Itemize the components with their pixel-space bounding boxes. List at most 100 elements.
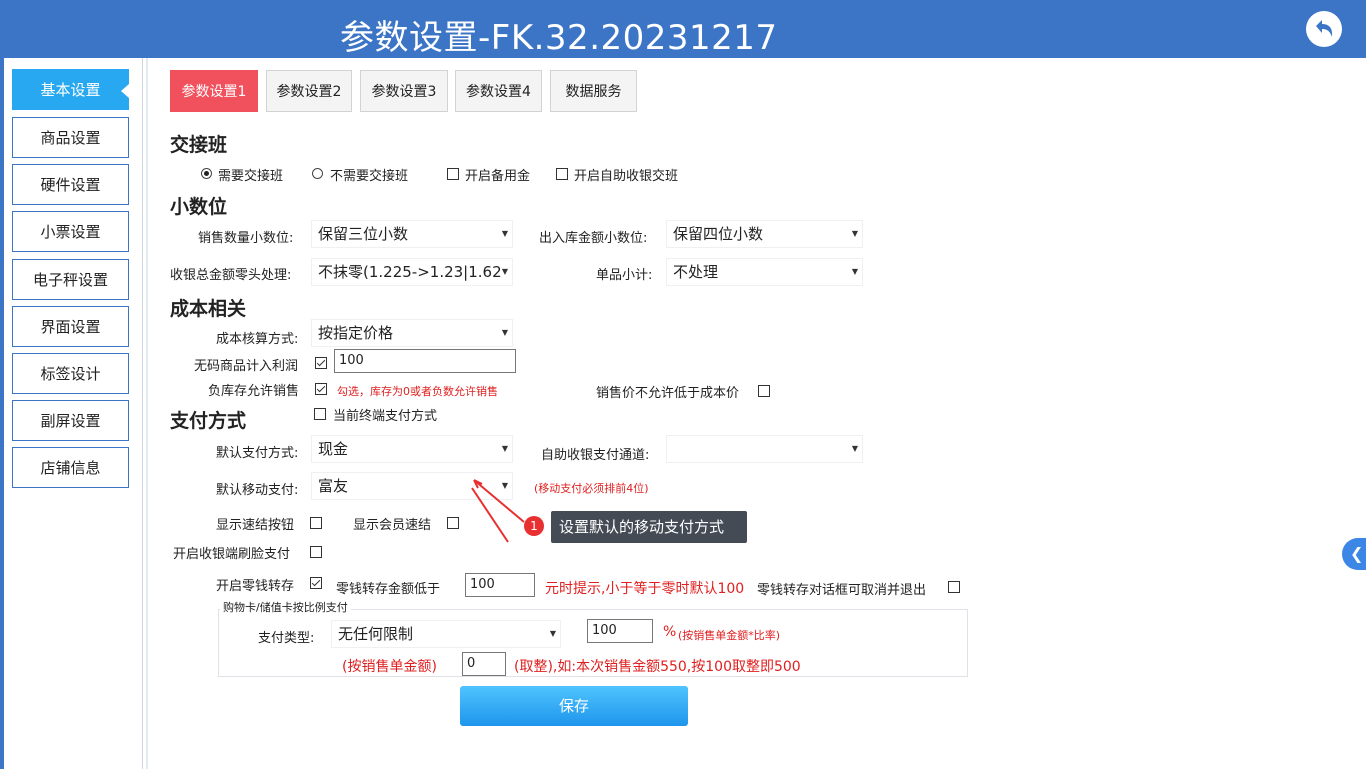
select-value: 现金 bbox=[318, 440, 349, 458]
hint-round: (取整),如:本次销售金额550,按100取整即500 bbox=[514, 659, 801, 675]
sidebar-item-scale[interactable]: 电子秤设置 bbox=[12, 259, 129, 300]
dropdown-arrow-icon: ▼ bbox=[851, 267, 858, 276]
label-change-below: 零钱转存金额低于 bbox=[336, 582, 441, 597]
dropdown-arrow-icon: ▼ bbox=[851, 229, 858, 238]
label-change-store: 开启零钱转存 bbox=[216, 579, 295, 594]
checkbox-self-shift[interactable] bbox=[556, 168, 568, 180]
dropdown-arrow-icon: ▼ bbox=[851, 444, 858, 453]
input-change-below[interactable]: 100 bbox=[465, 573, 535, 597]
checkbox-change-cancel[interactable] bbox=[948, 581, 960, 593]
label-nocode-profit: 无码商品计入利润 bbox=[194, 359, 299, 374]
card-ratio-legend: 购物卡/储值卡按比例支付 bbox=[220, 599, 351, 615]
tooltip-step-badge: 1 bbox=[524, 516, 544, 536]
label-stock-amount: 出入库金额小数位: bbox=[539, 231, 648, 246]
sidebar-item-second-screen[interactable]: 副屏设置 bbox=[12, 400, 129, 441]
select-self-channel[interactable]: ▼ bbox=[667, 436, 862, 462]
save-button[interactable]: 保存 bbox=[460, 686, 688, 726]
hint-change-store: 元时提示,小于等于零时默认100 bbox=[545, 581, 745, 597]
hint-ratio-pct: % bbox=[663, 624, 677, 640]
label-terminal-payment: 当前终端支付方式 bbox=[333, 409, 438, 424]
checkbox-nocode-profit[interactable] bbox=[315, 357, 327, 369]
select-sales-qty-decimal[interactable]: 保留三位小数 ▼ bbox=[312, 221, 512, 247]
select-card-type[interactable]: 无任何限制 ▼ bbox=[332, 621, 560, 647]
label-quick-settle: 显示速结按钮 bbox=[216, 518, 295, 533]
sidebar-item-hardware[interactable]: 硬件设置 bbox=[12, 164, 129, 205]
label-below-cost: 销售价不允许低于成本价 bbox=[596, 386, 740, 401]
label-self-shift: 开启自助收银交班 bbox=[574, 169, 679, 184]
title-bar: 参数设置-FK.32.20231217 bbox=[0, 0, 1366, 58]
tab-params-3[interactable]: 参数设置3 bbox=[360, 70, 448, 112]
label-default-payment: 默认支付方式: bbox=[216, 446, 299, 461]
tab-params-2[interactable]: 参数设置2 bbox=[266, 70, 352, 112]
select-value: 无任何限制 bbox=[338, 625, 414, 643]
dropdown-arrow-icon: ▼ bbox=[501, 328, 508, 337]
collapse-panel-button[interactable]: ❮ bbox=[1342, 538, 1366, 570]
label-rounding: 收银总金额零头处理: bbox=[170, 268, 292, 283]
label-need-shift: 需要交接班 bbox=[218, 169, 284, 184]
section-cost-title: 成本相关 bbox=[170, 298, 247, 320]
label-negative-stock: 负库存允许销售 bbox=[208, 384, 300, 399]
select-default-payment[interactable]: 现金 ▼ bbox=[312, 436, 512, 462]
dropdown-arrow-icon: ▼ bbox=[549, 629, 556, 638]
tab-params-1[interactable]: 参数设置1 bbox=[170, 70, 258, 112]
label-face-pay: 开启收银端刷脸支付 bbox=[173, 547, 291, 562]
main-content: 参数设置1 参数设置2 参数设置3 参数设置4 数据服务 交接班 需要交接班 不… bbox=[146, 58, 1366, 769]
select-value: 不处理 bbox=[673, 263, 719, 281]
chevron-left-icon: ❮ bbox=[1350, 544, 1364, 563]
checkbox-negative-stock[interactable] bbox=[315, 383, 327, 395]
sidebar-item-interface[interactable]: 界面设置 bbox=[12, 306, 129, 347]
tooltip-pointer-arrows bbox=[471, 479, 525, 543]
label-no-shift: 不需要交接班 bbox=[330, 169, 409, 184]
input-by-amount[interactable]: 0 bbox=[462, 652, 506, 676]
hint-mobile-payment: (移动支付必须排前4位) bbox=[534, 482, 649, 495]
sidebar-item-label-design[interactable]: 标签设计 bbox=[12, 353, 129, 394]
select-value: 不抹零(1.225->1.23|1.62 bbox=[318, 263, 502, 281]
sidebar: 基本设置 商品设置 硬件设置 小票设置 电子秤设置 界面设置 标签设计 副屏设置… bbox=[4, 58, 143, 769]
select-cost-method[interactable]: 按指定价格 ▼ bbox=[312, 320, 512, 346]
label-sales-qty: 销售数量小数位: bbox=[198, 231, 294, 246]
page-title: 参数设置-FK.32.20231217 bbox=[340, 18, 778, 58]
select-value: 保留三位小数 bbox=[318, 225, 409, 243]
select-stock-amount-decimal[interactable]: 保留四位小数 ▼ bbox=[667, 221, 862, 247]
dropdown-arrow-icon: ▼ bbox=[501, 267, 508, 276]
select-value: 富友 bbox=[318, 477, 349, 495]
section-decimal-title: 小数位 bbox=[170, 196, 228, 218]
select-rounding[interactable]: 不抹零(1.225->1.23|1.62 ▼ bbox=[312, 259, 512, 285]
label-mobile-payment: 默认移动支付: bbox=[216, 483, 299, 498]
tooltip: 设置默认的移动支付方式 bbox=[551, 511, 747, 543]
checkbox-terminal-payment[interactable] bbox=[314, 408, 326, 420]
select-value: 保留四位小数 bbox=[673, 225, 764, 243]
section-shift-title: 交接班 bbox=[170, 134, 228, 156]
checkbox-change-store[interactable] bbox=[310, 577, 322, 589]
label-subtotal: 单品小计: bbox=[596, 268, 653, 283]
checkbox-member-quick[interactable] bbox=[447, 517, 459, 529]
checkbox-face-pay[interactable] bbox=[310, 546, 322, 558]
label-card-type: 支付类型: bbox=[258, 631, 315, 646]
checkbox-reserve-fund[interactable] bbox=[447, 168, 459, 180]
label-change-cancel: 零钱转存对话框可取消并退出 bbox=[757, 583, 927, 598]
radio-need-shift[interactable] bbox=[201, 168, 212, 179]
hint-negative-stock: 勾选，库存为0或者负数允许销售 bbox=[337, 385, 498, 398]
section-payment-title: 支付方式 bbox=[170, 410, 247, 432]
tab-data-service[interactable]: 数据服务 bbox=[550, 70, 637, 112]
radio-no-shift[interactable] bbox=[312, 168, 323, 179]
dropdown-arrow-icon: ▼ bbox=[501, 444, 508, 453]
dropdown-arrow-icon: ▼ bbox=[501, 229, 508, 238]
label-member-quick: 显示会员速结 bbox=[353, 518, 432, 533]
back-button[interactable] bbox=[1306, 11, 1342, 47]
input-card-ratio[interactable]: 100 bbox=[587, 619, 653, 643]
select-subtotal[interactable]: 不处理 ▼ bbox=[667, 259, 862, 285]
tab-params-4[interactable]: 参数设置4 bbox=[455, 70, 542, 112]
input-nocode-profit[interactable]: 100 bbox=[334, 349, 516, 373]
sidebar-item-goods[interactable]: 商品设置 bbox=[12, 117, 129, 158]
label-cost-method: 成本核算方式: bbox=[216, 332, 299, 347]
label-self-channel: 自助收银支付通道: bbox=[541, 448, 650, 463]
sidebar-item-receipt[interactable]: 小票设置 bbox=[12, 211, 129, 252]
checkbox-below-cost[interactable] bbox=[758, 385, 770, 397]
sidebar-item-store-info[interactable]: 店铺信息 bbox=[12, 447, 129, 488]
undo-arrow-icon bbox=[1316, 20, 1333, 37]
label-reserve-fund: 开启备用金 bbox=[465, 169, 531, 184]
hint-card-ratio: (按销售单金额*比率) bbox=[678, 629, 781, 642]
sidebar-item-basic[interactable]: 基本设置 bbox=[12, 69, 129, 110]
checkbox-quick-settle[interactable] bbox=[310, 517, 322, 529]
